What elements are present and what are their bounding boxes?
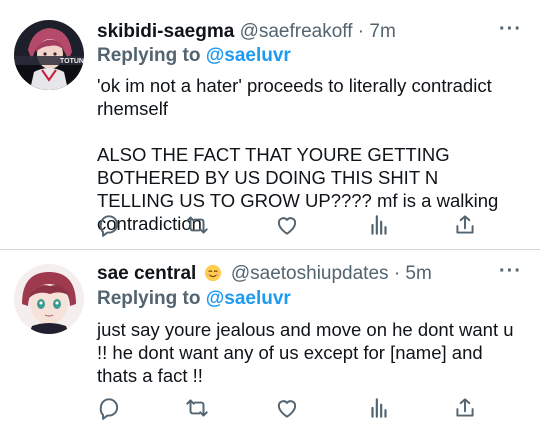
avatar[interactable]: [14, 264, 84, 334]
share-icon[interactable]: [452, 395, 478, 421]
tweet-text: 'ok im not a hater' proceeds to literall…: [97, 74, 517, 235]
timestamp[interactable]: 7m: [369, 21, 395, 42]
timestamp[interactable]: 5m: [405, 263, 431, 284]
avatar[interactable]: TOTUN: [14, 20, 84, 90]
author-name[interactable]: skibidi-saegma: [97, 21, 234, 42]
reply-icon[interactable]: [96, 212, 122, 238]
replying-to-label: Replying to: [97, 45, 201, 66]
share-icon[interactable]: [452, 212, 478, 238]
tweet-actions: [96, 212, 476, 238]
tweet-header: sae central @saetoshiupdates · 5m: [97, 263, 432, 288]
svg-text:TOTUN: TOTUN: [60, 58, 84, 65]
more-options-icon[interactable]: ···: [499, 261, 522, 281]
replying-to-user-link[interactable]: @saeluvr: [206, 288, 291, 309]
stats-icon[interactable]: [366, 212, 392, 238]
replying-to-user-link[interactable]: @saeluvr: [206, 45, 291, 66]
tweet-text: just say youre jealous and move on he do…: [97, 318, 517, 387]
author-handle[interactable]: @saetoshiupdates: [231, 263, 389, 284]
separator-dot: ·: [393, 263, 401, 284]
replying-to-label: Replying to: [97, 288, 201, 309]
stats-icon[interactable]: [366, 395, 392, 421]
like-icon[interactable]: [274, 395, 300, 421]
tweet-2[interactable]: sae central @saetoshiupdates · 5m ··· Re…: [0, 250, 540, 429]
tweet-actions: [96, 395, 476, 421]
tweet-paragraph: just say youre jealous and move on he do…: [97, 319, 519, 386]
tweet-paragraph: 'ok im not a hater' proceeds to literall…: [97, 75, 497, 119]
separator-dot: ·: [357, 21, 365, 42]
relieved-face-emoji: [204, 264, 222, 288]
author-name[interactable]: sae central: [97, 263, 196, 284]
replying-to: Replying to @saeluvr: [97, 288, 291, 310]
reply-icon[interactable]: [96, 395, 122, 421]
like-icon[interactable]: [274, 212, 300, 238]
retweet-icon[interactable]: [184, 395, 210, 421]
more-options-icon[interactable]: ···: [499, 19, 522, 39]
retweet-icon[interactable]: [184, 212, 210, 238]
tweet-1[interactable]: TOTUN skibidi-saegma @saefreakoff · 7m ·…: [0, 0, 540, 250]
tweet-header: skibidi-saegma @saefreakoff · 7m: [97, 21, 396, 43]
replying-to: Replying to @saeluvr: [97, 45, 291, 67]
author-handle[interactable]: @saefreakoff: [240, 21, 353, 42]
